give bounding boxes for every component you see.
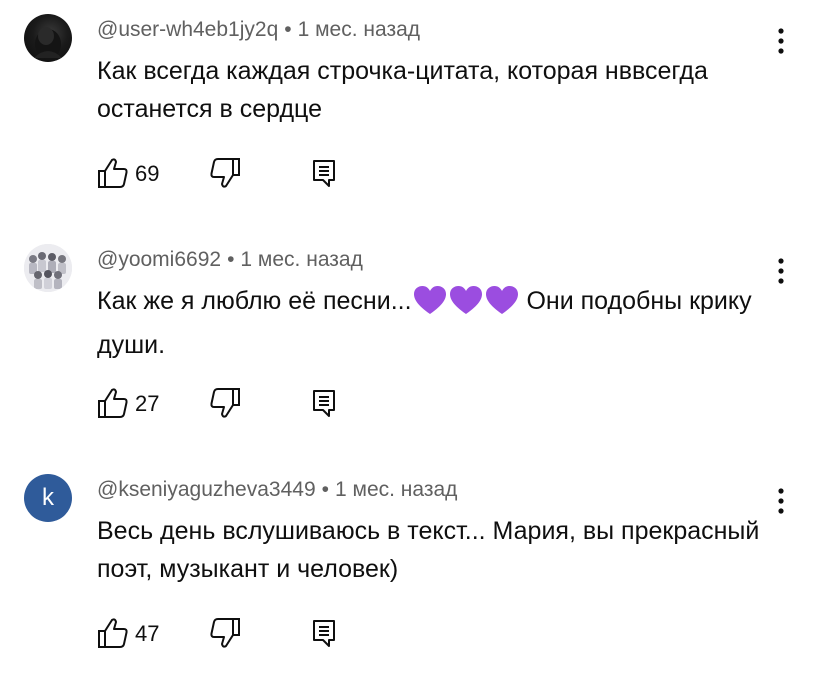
comment-thread-1: @user-wh4eb1jy2q • 1 мес. назад Как всегда… — [0, 0, 827, 230]
reply-icon — [313, 390, 335, 417]
like-count: 47 — [135, 621, 160, 646]
timestamp[interactable]: 1 мес. назад — [335, 478, 457, 501]
author-name[interactable]: @user-wh4eb1jy2q — [97, 18, 278, 41]
thumbs-down-icon — [210, 388, 240, 418]
dislike-button[interactable] — [209, 616, 241, 652]
thumbs-up-icon — [98, 618, 128, 648]
like-count: 69 — [135, 161, 160, 186]
comment-actions: 27 — [97, 386, 357, 422]
more-vert-icon[interactable] — [770, 486, 792, 516]
avatar[interactable] — [24, 14, 72, 62]
comment-meta: @user-wh4eb1jy2q • 1 мес. назад — [97, 18, 420, 42]
thumbs-up-icon — [98, 158, 128, 188]
thumbs-down-icon — [210, 618, 240, 648]
purple-heart-icon — [449, 285, 483, 326]
comment-thread-3: k @kseniyaguzheva3449 • 1 мес. назад Весь … — [0, 460, 827, 690]
comment-meta: @kseniyaguzheva3449 • 1 мес. назад — [97, 478, 457, 502]
timestamp[interactable]: 1 мес. назад — [240, 248, 362, 271]
dislike-button[interactable] — [209, 386, 241, 422]
reply-button[interactable] — [311, 616, 337, 652]
like-button[interactable] — [97, 386, 129, 422]
dislike-button[interactable] — [209, 156, 241, 192]
separator-dot: • — [321, 478, 329, 501]
author-name[interactable]: @yoomi6692 — [97, 248, 221, 271]
comment-thread-2: @yoomi6692 • 1 мес. назад Как же я люблю е… — [0, 230, 827, 460]
avatar[interactable]: k — [24, 474, 72, 522]
reply-icon — [313, 620, 335, 647]
reply-icon — [313, 160, 335, 187]
more-vert-icon[interactable] — [770, 256, 792, 286]
reply-button[interactable] — [311, 386, 337, 422]
author-name[interactable]: @kseniyaguzheva3449 — [97, 478, 316, 501]
comment-text: Весь день вслушиваюсь в текст... Мария, … — [97, 517, 760, 583]
comment-actions: 47 — [97, 616, 357, 652]
timestamp[interactable]: 1 мес. назад — [298, 18, 420, 41]
like-count: 27 — [135, 391, 160, 416]
comment-text: Как же я люблю её песни... Они подобны к… — [97, 282, 787, 364]
like-button[interactable] — [97, 156, 129, 192]
reply-button[interactable] — [311, 156, 337, 192]
thumbs-down-icon — [210, 158, 240, 188]
separator-dot: • — [284, 18, 292, 41]
comment-text-part: Как же я люблю её песни... — [97, 287, 412, 315]
more-vert-icon[interactable] — [770, 26, 792, 56]
purple-heart-icon — [485, 285, 519, 326]
comment-meta: @yoomi6692 • 1 мес. назад — [97, 248, 363, 272]
like-button[interactable] — [97, 616, 129, 652]
separator-dot: • — [227, 248, 235, 271]
thumbs-up-icon — [98, 388, 128, 418]
avatar-photo-icon — [24, 244, 72, 292]
avatar[interactable] — [24, 244, 72, 292]
comment-actions: 69 — [97, 156, 357, 192]
purple-heart-icon — [413, 285, 447, 326]
avatar-photo-icon — [34, 27, 62, 59]
comment-text: Как всегда каждая строчка-цитата, котора… — [97, 57, 708, 123]
